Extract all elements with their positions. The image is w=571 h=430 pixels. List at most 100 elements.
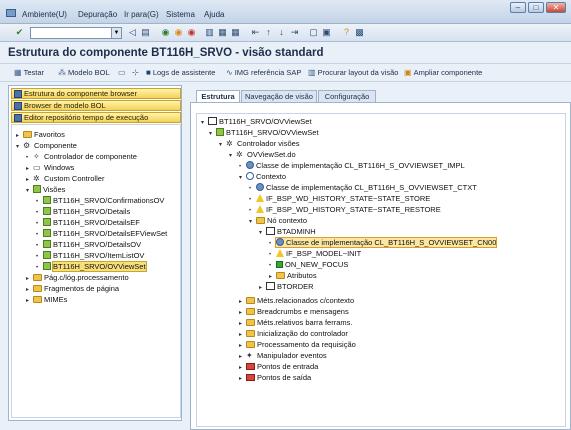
tree-label: Classe de implementação CL_BT116H_S_OVVI… (256, 161, 465, 170)
collapse-icon[interactable]: ▾ (259, 228, 266, 239)
tree-item-breadcrumbs[interactable]: ▸ Breadcrumbs e mensagens (239, 306, 349, 317)
tree-item-view-detailsefviewset[interactable]: • BT116H_SRVO/DetailsEFViewSet (36, 228, 167, 239)
menu-ir-para[interactable]: Ir para(G) (124, 10, 159, 19)
tree-item-impl-class-cn00[interactable]: • Classe de implementação CL_BT116H_S_OVV… (269, 237, 498, 248)
tree-item-view-detailsef[interactable]: • BT116H_SRVO/DetailsEF (36, 217, 140, 228)
command-field[interactable]: ▼ (30, 27, 122, 39)
tree-item-no-contexto[interactable]: ▾ Nó contexto (249, 215, 307, 226)
component-browser-icon (14, 90, 22, 98)
tree-root-ovviewset[interactable]: ▾ BT116H_SRVO/OVViewSet (201, 116, 312, 127)
tree-item-mets-contexto[interactable]: ▸ Méts.relacionados c/contexto (239, 295, 354, 306)
tree-item-state-store[interactable]: • IF_BSP_WD_HISTORY_STATE~STATE_STORE (249, 193, 430, 204)
first-page-icon[interactable]: ⇤ (250, 27, 261, 38)
tree-item-atributos[interactable]: ▸ Atributos (269, 270, 317, 281)
print-icon[interactable]: ▥ (204, 27, 215, 38)
new-session-icon[interactable]: ▢ (308, 27, 319, 38)
collapse-icon[interactable]: ▾ (16, 142, 23, 153)
tree-item-custom-controller[interactable]: ▸ ✲ Custom Controller (26, 173, 104, 184)
component-browser-button[interactable]: Estrutura do componente browser (11, 88, 181, 99)
find-next-icon[interactable]: ▦ (230, 27, 241, 38)
next-page-icon[interactable]: ↓ (276, 27, 287, 38)
tree-label: BT116H_SRVO/ConfirmationsOV (53, 196, 165, 205)
hierarchy-button[interactable]: ⊹ (132, 68, 141, 77)
tree-item-inicializacao[interactable]: ▸ Inicialização do controlador (239, 328, 348, 339)
tree-item-impl-class-viewset[interactable]: • Classe de implementação CL_BT116H_S_OVV… (239, 160, 465, 171)
collapse-icon[interactable]: ▾ (249, 217, 256, 228)
tree-label: Breadcrumbs e mensagens (257, 307, 349, 316)
tree-item-mimes[interactable]: ▸ MIMEs (26, 294, 67, 305)
tree-item-mets-barra[interactable]: ▸ Méts.relativos barra ferrams. (239, 317, 352, 328)
save-icon[interactable]: ▤ (140, 27, 151, 38)
command-dropdown-icon[interactable]: ▼ (111, 28, 121, 38)
last-page-icon[interactable]: ⇥ (289, 27, 300, 38)
tree-item-contexto[interactable]: ▾ Contexto (239, 171, 286, 182)
tab-configuracao[interactable]: Configuração (318, 90, 376, 102)
tree-item-impl-class-ctxt[interactable]: • Classe de implementação CL_BT116H_S_OVV… (249, 182, 477, 193)
tree-item-fragmentos[interactable]: ▸ Fragmentos de página (26, 283, 119, 294)
runtime-repository-editor-button[interactable]: Editor repositório tempo de execução (11, 112, 181, 123)
display-button[interactable]: ▭ (118, 68, 128, 77)
tree-item-controlador-componente[interactable]: • ✧ Controlador de componente (26, 151, 137, 162)
tree-item-componente[interactable]: ▾ ⚙ Componente (16, 140, 77, 151)
test-button[interactable]: ▦ Testar (14, 68, 44, 77)
help-icon[interactable]: ? (341, 27, 352, 38)
close-window-button[interactable]: ✕ (546, 2, 566, 13)
tree-item-controlador-visoes[interactable]: ▾ ✲ Controlador visões (219, 138, 300, 149)
expand-icon[interactable]: ▸ (259, 283, 266, 294)
menu-ajuda[interactable]: Ajuda (204, 10, 224, 19)
previous-page-icon[interactable]: ↑ (263, 27, 274, 38)
views-icon (33, 185, 41, 193)
search-layout-button[interactable]: ▥ Procurar layout da visão (308, 68, 398, 77)
collapse-icon[interactable]: ▾ (219, 140, 226, 151)
back-arrow-icon[interactable]: ◁ (127, 27, 138, 38)
maximize-button[interactable]: □ (528, 2, 544, 13)
collapse-icon[interactable]: ▾ (209, 129, 216, 140)
exit-icon[interactable]: ◉ (173, 27, 184, 38)
collapse-icon[interactable]: ▾ (201, 118, 208, 129)
tree-item-manipulador[interactable]: ▸ ✦ Manipulador eventos (239, 350, 327, 361)
tree-item-state-restore[interactable]: • IF_BSP_WD_HISTORY_STATE~STATE_RESTORE (249, 204, 441, 215)
tree-item-view-details[interactable]: • BT116H_SRVO/Details (36, 206, 130, 217)
tree-item-on-new-focus[interactable]: • ON_NEW_FOCUS (269, 259, 348, 270)
menu-depuracao[interactable]: Depuração (78, 10, 117, 19)
tree-item-pag-processamento[interactable]: ▸ Pág.c/lóg.processamento (26, 272, 129, 283)
tree-item-favoritos[interactable]: ▸ Favoritos (16, 129, 65, 140)
bol-model-button[interactable]: ⁂ Modelo BOL (58, 68, 110, 77)
tree-item-view-ovviewset[interactable]: • BT116H_SRVO/OVViewSet (36, 261, 147, 272)
img-reference-button[interactable]: ∿ IMG referência SAP (226, 68, 301, 77)
tab-navegacao-visao[interactable]: Navegação de visão (241, 90, 317, 102)
layout-icon[interactable]: ▩ (354, 27, 365, 38)
tree-item-ovviewset-do[interactable]: ▾ ✲ OVViewSet.do (229, 149, 296, 160)
tree-item-view-itemlistov[interactable]: • BT116H_SRVO/ItemListOV (36, 250, 144, 261)
tree-item-btorder[interactable]: ▸ BTORDER (259, 281, 314, 292)
shortcut-icon[interactable]: ▣ (321, 27, 332, 38)
tree-item-visoes[interactable]: ▾ Visões (26, 184, 65, 195)
tree-item-view-detailsov[interactable]: • BT116H_SRVO/DetailsOV (36, 239, 141, 250)
tree-item-pontos-saida[interactable]: ▸ Pontos de saída (239, 372, 311, 383)
tab-estrutura[interactable]: Estrutura (196, 90, 240, 102)
expand-icon[interactable]: ▸ (26, 296, 33, 307)
menu-sistema[interactable]: Sistema (166, 10, 195, 19)
cancel-icon[interactable]: ◉ (186, 27, 197, 38)
enhance-component-button[interactable]: ▣ Ampliar componente (404, 68, 482, 77)
wizard-logs-button[interactable]: ■ Logs de assistente (146, 68, 215, 77)
tree-item-pontos-entrada[interactable]: ▸ Pontos de entrada (239, 361, 318, 372)
enter-icon[interactable]: ✔ (14, 27, 25, 38)
back-icon[interactable]: ◉ (160, 27, 171, 38)
tree-item-view-ovviewset[interactable]: ▾ BT116H_SRVO/OVViewSet (209, 127, 319, 138)
tree-item-bsp-model-init[interactable]: • IF_BSP_MODEL~INIT (269, 248, 361, 259)
tree-item-windows[interactable]: ▸ ▭ Windows (26, 162, 74, 173)
collapse-icon[interactable]: ▾ (229, 151, 236, 162)
minimize-button[interactable]: – (510, 2, 526, 13)
app-menu-icon[interactable] (6, 9, 16, 17)
expand-icon[interactable]: ▸ (239, 374, 246, 385)
bol-model-browser-button[interactable]: Browser de modelo BOL (11, 100, 181, 111)
collapse-icon[interactable]: ▾ (26, 186, 33, 197)
collapse-icon[interactable]: ▾ (239, 173, 246, 184)
find-icon[interactable]: ▦ (217, 27, 228, 38)
tree-item-processamento[interactable]: ▸ Processamento da requisição (239, 339, 356, 350)
menu-ambiente[interactable]: Ambiente(U) (22, 10, 67, 19)
tree-item-view-confirmationsov[interactable]: • BT116H_SRVO/ConfirmationsOV (36, 195, 164, 206)
tree-item-btadminh[interactable]: ▾ BTADMINH (259, 226, 316, 237)
info-icon: ■ (146, 68, 151, 77)
